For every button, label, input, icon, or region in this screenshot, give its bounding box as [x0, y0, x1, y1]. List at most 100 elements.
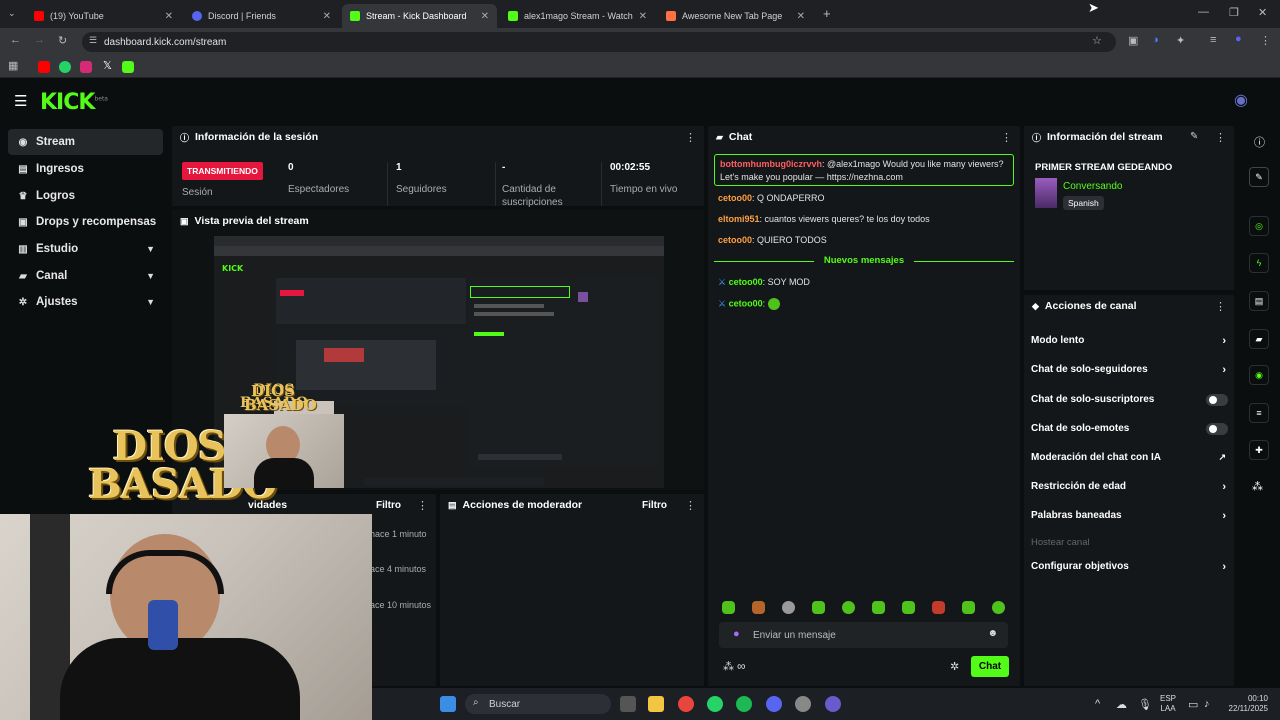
moderator-filter-button[interactable]: Filtro — [642, 500, 667, 511]
apps-rail-icon[interactable]: ⁂ — [1252, 480, 1263, 493]
stream-category[interactable]: Conversando — [1063, 181, 1122, 192]
tab-youtube[interactable]: (19) YouTube ✕ — [26, 4, 181, 28]
edit-pencil-icon[interactable]: ✎ — [1190, 131, 1198, 142]
chat-rail-icon[interactable]: ▰ — [1249, 329, 1269, 349]
followers-only-chat-action[interactable]: Chat de solo-seguidores › — [1031, 364, 1231, 376]
more-options-icon[interactable]: ⋮ — [1215, 300, 1226, 313]
steam-icon[interactable] — [795, 696, 811, 712]
close-icon[interactable]: ✕ — [323, 11, 331, 22]
ai-moderation-action[interactable]: Moderación del chat con IA ↗ — [1031, 452, 1231, 463]
more-options-icon[interactable]: ⋮ — [417, 499, 428, 512]
document-rail-icon[interactable]: ▤ — [1249, 291, 1269, 311]
chrome-icon[interactable] — [678, 696, 694, 712]
x-bookmark-icon[interactable]: 𝕏 — [103, 59, 112, 72]
sidebar-item-estudio[interactable]: ▥ Estudio ▼ — [8, 236, 163, 262]
sidebar-item-logros[interactable]: ♛ Logros — [8, 183, 163, 209]
tab-list-chevron-icon[interactable]: ⌄ — [8, 8, 16, 19]
sidebar-item-canal[interactable]: ▰ Canal ▼ — [8, 263, 163, 289]
emoji-picker-icon[interactable]: ☻ — [987, 628, 998, 639]
close-window-icon[interactable]: ✕ — [1258, 6, 1267, 19]
highlighted-chat-message[interactable]: bottomhumbug0iczrvvh: @alex1mago Would y… — [714, 154, 1014, 186]
taskbar-search[interactable]: ⌕ Buscar — [465, 694, 611, 714]
emote-icon[interactable] — [872, 601, 885, 614]
kick-bookmark-icon[interactable] — [122, 61, 134, 73]
tab-kick-watch[interactable]: alex1mago Stream - Watch Live ✕ — [500, 4, 655, 28]
chat-username[interactable]: cetoo00 — [729, 298, 763, 308]
chat-username[interactable]: bottomhumbug0iczrvvh — [720, 159, 822, 169]
task-view-icon[interactable] — [620, 696, 636, 712]
chat-message-input[interactable]: ● Enviar un mensaje ☻ — [719, 622, 1008, 648]
more-options-icon[interactable]: ⋮ — [685, 131, 696, 144]
apps-grid-icon[interactable]: ▦ — [8, 59, 18, 72]
spotify-icon[interactable] — [736, 696, 752, 712]
gear-icon[interactable]: ✲ — [950, 660, 959, 673]
sidebar-item-ajustes[interactable]: ✲ Ajustes ▼ — [8, 289, 163, 315]
configure-goals-action[interactable]: Configurar objetivos › — [1031, 561, 1231, 573]
file-explorer-icon[interactable] — [648, 696, 664, 712]
hamburger-menu-icon[interactable]: ☰ — [14, 92, 27, 110]
tab-kick-dashboard[interactable]: Stream - Kick Dashboard ✕ — [342, 4, 497, 28]
more-options-icon[interactable]: ⋮ — [1215, 131, 1226, 144]
whatsapp-bookmark-icon[interactable] — [59, 61, 71, 73]
send-chat-button[interactable]: Chat — [971, 656, 1009, 677]
camera-rail-icon[interactable]: ◎ — [1249, 216, 1269, 236]
lightning-rail-icon[interactable]: ϟ — [1249, 253, 1269, 273]
microphone-tray-icon[interactable]: 🎙 — [1138, 698, 1152, 711]
reload-icon[interactable]: ↻ — [58, 34, 67, 47]
close-icon[interactable]: ✕ — [797, 11, 805, 22]
tab-discord[interactable]: Discord | Friends ✕ — [184, 4, 339, 28]
minimize-icon[interactable]: — — [1198, 6, 1209, 18]
emote-icon[interactable] — [752, 601, 765, 614]
volume-icon[interactable]: ♪ — [1204, 698, 1210, 710]
language-indicator[interactable]: ESP LAA — [1160, 694, 1176, 714]
sidebar-item-ingresos[interactable]: ▤ Ingresos — [8, 156, 163, 182]
user-avatar-icon[interactable]: ◉ — [1234, 90, 1248, 110]
instagram-bookmark-icon[interactable] — [80, 61, 92, 73]
emote-icon[interactable] — [962, 601, 975, 614]
windows-start-icon[interactable] — [440, 696, 456, 712]
maximize-icon[interactable]: ❐ — [1229, 6, 1239, 19]
age-restriction-action[interactable]: Restricción de edad › — [1031, 481, 1231, 493]
chat-username[interactable]: cetoo00 — [718, 193, 752, 203]
translate-extension-icon[interactable]: ◑ — [1152, 34, 1159, 46]
emote-icon[interactable] — [842, 601, 855, 614]
forward-icon[interactable]: → — [34, 34, 45, 46]
site-info-icon[interactable]: ☰ — [89, 35, 97, 46]
category-thumbnail[interactable] — [1035, 178, 1057, 208]
activity-filter-button[interactable]: Filtro — [376, 500, 401, 511]
infinity-icon[interactable]: ∞ — [737, 659, 746, 673]
wrench-rail-icon[interactable]: ✚ — [1249, 440, 1269, 460]
onedrive-icon[interactable]: ☁ — [1116, 698, 1127, 711]
more-options-icon[interactable]: ⋮ — [1001, 131, 1012, 144]
close-icon[interactable]: ✕ — [165, 11, 173, 22]
sidebar-item-stream[interactable]: ◉ Stream — [8, 129, 163, 155]
chat-username[interactable]: cetoo00 — [718, 235, 752, 245]
slow-mode-action[interactable]: Modo lento › — [1031, 335, 1231, 347]
url-field[interactable]: ☰ dashboard.kick.com/stream ☆ — [82, 32, 1116, 52]
chat-settings-icon[interactable]: ⁂ — [723, 660, 734, 673]
youtube-bookmark-icon[interactable] — [38, 61, 50, 73]
broadcast-rail-icon[interactable]: ◉ — [1249, 365, 1269, 385]
emote-icon[interactable] — [932, 601, 945, 614]
back-icon[interactable]: ← — [10, 34, 21, 46]
emote-icon[interactable] — [782, 601, 795, 614]
profile-avatar-icon[interactable]: ● — [1235, 33, 1242, 45]
puzzle-extensions-icon[interactable]: ✦ — [1176, 34, 1185, 47]
list-rail-icon[interactable]: ≡ — [1249, 403, 1269, 423]
emote-icon[interactable] — [992, 601, 1005, 614]
discord-icon[interactable] — [766, 696, 782, 712]
sidebar-item-drops[interactable]: ▣ Drops y recompensas — [8, 209, 163, 235]
tab-new-tab-page[interactable]: Awesome New Tab Page ✕ — [658, 4, 813, 28]
chat-username[interactable]: eltomi951 — [718, 214, 760, 224]
emote-icon[interactable] — [812, 601, 825, 614]
obs-icon[interactable] — [825, 696, 841, 712]
bookmark-star-icon[interactable]: ☆ — [1092, 34, 1102, 47]
microphone-icon[interactable]: ● — [733, 628, 740, 640]
tray-chevron-icon[interactable]: ^ — [1095, 698, 1100, 710]
more-options-icon[interactable]: ⋮ — [685, 499, 696, 512]
whatsapp-icon[interactable] — [707, 696, 723, 712]
clock[interactable]: 00:10 22/11/2025 — [1222, 694, 1268, 714]
edit-rail-icon[interactable]: ✎ — [1249, 167, 1269, 187]
media-controls-icon[interactable]: ≡ — [1210, 34, 1216, 46]
close-icon[interactable]: ✕ — [481, 11, 489, 22]
